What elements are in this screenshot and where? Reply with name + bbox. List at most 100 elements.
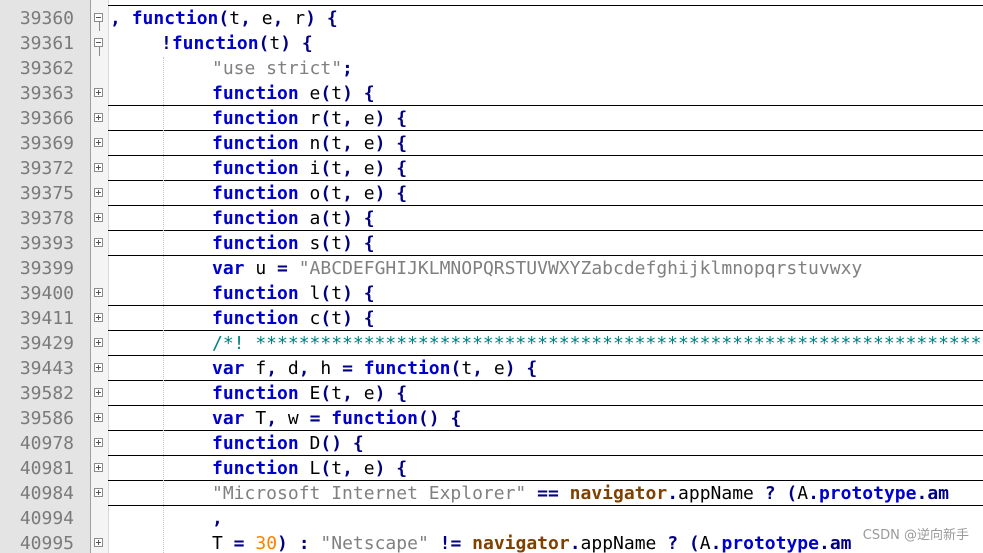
code-line[interactable]: 39443 var f, d, h = function(t, e) { (0, 356, 983, 381)
code-token: ) { (374, 108, 408, 129)
code-token: e (493, 358, 505, 379)
code-token: ) { (374, 458, 408, 479)
fold-expand-icon[interactable] (94, 488, 103, 497)
code-line[interactable]: 39363 function e(t) { (0, 81, 983, 106)
code-token: h (320, 358, 332, 379)
code-line[interactable]: 39375 function o(t, e) { (0, 181, 983, 206)
code-line[interactable]: 39400 function l(t) { (0, 281, 983, 306)
code-token: ; (342, 58, 353, 79)
code-token: "ABCDEFGHIJKLMNOPQRSTUVWXYZabcdefghijklm… (298, 258, 863, 279)
fold-collapse-icon[interactable] (94, 38, 103, 56)
code-token: D (309, 433, 321, 454)
fold-expand-icon[interactable] (94, 163, 103, 172)
fold-expand-icon[interactable] (94, 113, 103, 122)
line-number: 40994 (19, 508, 74, 529)
fold-expand-icon[interactable] (94, 313, 103, 322)
code-token: ( (320, 183, 332, 204)
code-token: ( (320, 158, 332, 179)
watermark: CSDN @逆向新手 (862, 528, 969, 543)
code-token: ( (218, 8, 230, 29)
fold-expand-icon[interactable] (94, 288, 103, 297)
code-line[interactable]: 40978 function D() { (0, 431, 983, 456)
fold-expand-icon[interactable] (94, 88, 103, 97)
fold-expand-icon[interactable] (94, 338, 103, 347)
code-token: ( (320, 283, 332, 304)
code-text: function s(t) { (212, 231, 375, 256)
code-token: ) { (305, 8, 338, 29)
code-text: "use strict"; (212, 56, 353, 81)
code-line[interactable]: 39360, function(t, e, r) { (0, 6, 983, 31)
code-token: "use strict" (212, 58, 343, 79)
code-line[interactable]: 40995 T = 30) : "Netscape" != navigator.a… (0, 531, 983, 553)
fold-expand-icon[interactable] (94, 188, 103, 197)
fold-expand-icon[interactable] (94, 538, 103, 547)
code-token: = (331, 358, 364, 379)
code-token: ) { (280, 33, 313, 54)
code-line[interactable]: 39366 function r(t, e) { (0, 106, 983, 131)
code-token: ( (258, 33, 270, 54)
code-token: e (363, 133, 375, 154)
code-line[interactable]: 39361 !function(t) { (0, 31, 983, 56)
code-token: function (212, 308, 299, 329)
code-token: A (699, 533, 711, 553)
code-token: . (569, 533, 581, 553)
code-token: ? ( (656, 533, 700, 553)
fold-expand-icon[interactable] (94, 213, 103, 222)
code-token: , (342, 158, 364, 179)
code-token: i (309, 158, 321, 179)
code-line[interactable]: 39582 function E(t, e) { (0, 381, 983, 406)
code-line[interactable]: 39399 var u = "ABCDEFGHIJKLMNOPQRSTUVWXYZ… (0, 256, 983, 281)
fold-expand-icon[interactable] (94, 463, 103, 472)
code-line[interactable]: 39586 var T, w = function() { (0, 406, 983, 431)
code-token: r (309, 108, 321, 129)
code-text: function L(t, e) { (212, 456, 407, 481)
fold-line-separator (108, 5, 983, 6)
code-editor[interactable]: 39360, function(t, e, r) {39361 !function… (0, 0, 983, 553)
code-text: function n(t, e) { (212, 131, 407, 156)
code-token: function (212, 458, 299, 479)
code-token: , (342, 108, 364, 129)
code-token: 30 (255, 533, 278, 553)
code-text: T = 30) : "Netscape" != navigator.appNam… (212, 531, 852, 553)
line-number: 39429 (19, 333, 74, 354)
code-text: function i(t, e) { (212, 156, 407, 181)
code-line[interactable]: 39372 function i(t, e) { (0, 156, 983, 181)
code-token: var (212, 358, 245, 379)
code-line[interactable]: 39378 function a(t) { (0, 206, 983, 231)
code-line[interactable]: 40994, (0, 506, 983, 531)
fold-expand-icon[interactable] (94, 413, 103, 422)
code-line[interactable]: 39393 function s(t) { (0, 231, 983, 256)
code-line[interactable]: 39362 "use strict"; (0, 56, 983, 81)
code-token: .am (818, 533, 852, 553)
code-line[interactable]: 39411 function c(t) { (0, 306, 983, 331)
code-token: t (331, 383, 343, 404)
fold-collapse-icon[interactable] (94, 13, 103, 31)
fold-expand-icon[interactable] (94, 238, 103, 247)
code-line[interactable]: 40984 "Microsoft Internet Explorer" == na… (0, 481, 983, 506)
fold-expand-icon[interactable] (94, 363, 103, 372)
code-token: ) { (342, 83, 375, 104)
code-token: t (331, 233, 343, 254)
code-token: s (309, 233, 321, 254)
code-token: appName (580, 533, 657, 553)
code-line[interactable]: 40981 function L(t, e) { (0, 456, 983, 481)
code-line[interactable]: 39429 /*! *******************************… (0, 331, 983, 356)
code-token: , (342, 383, 364, 404)
code-token: e (309, 83, 321, 104)
fold-expand-icon[interactable] (94, 438, 103, 447)
code-token: = (222, 533, 256, 553)
fold-expand-icon[interactable] (94, 138, 103, 147)
code-token: function (212, 183, 299, 204)
code-token: l (309, 283, 321, 304)
code-token: n (309, 133, 321, 154)
code-token: E (309, 383, 321, 404)
fold-expand-icon[interactable] (94, 388, 103, 397)
code-line[interactable]: 39369 function n(t, e) { (0, 131, 983, 156)
code-token: o (309, 183, 321, 204)
code-token: t (331, 158, 343, 179)
